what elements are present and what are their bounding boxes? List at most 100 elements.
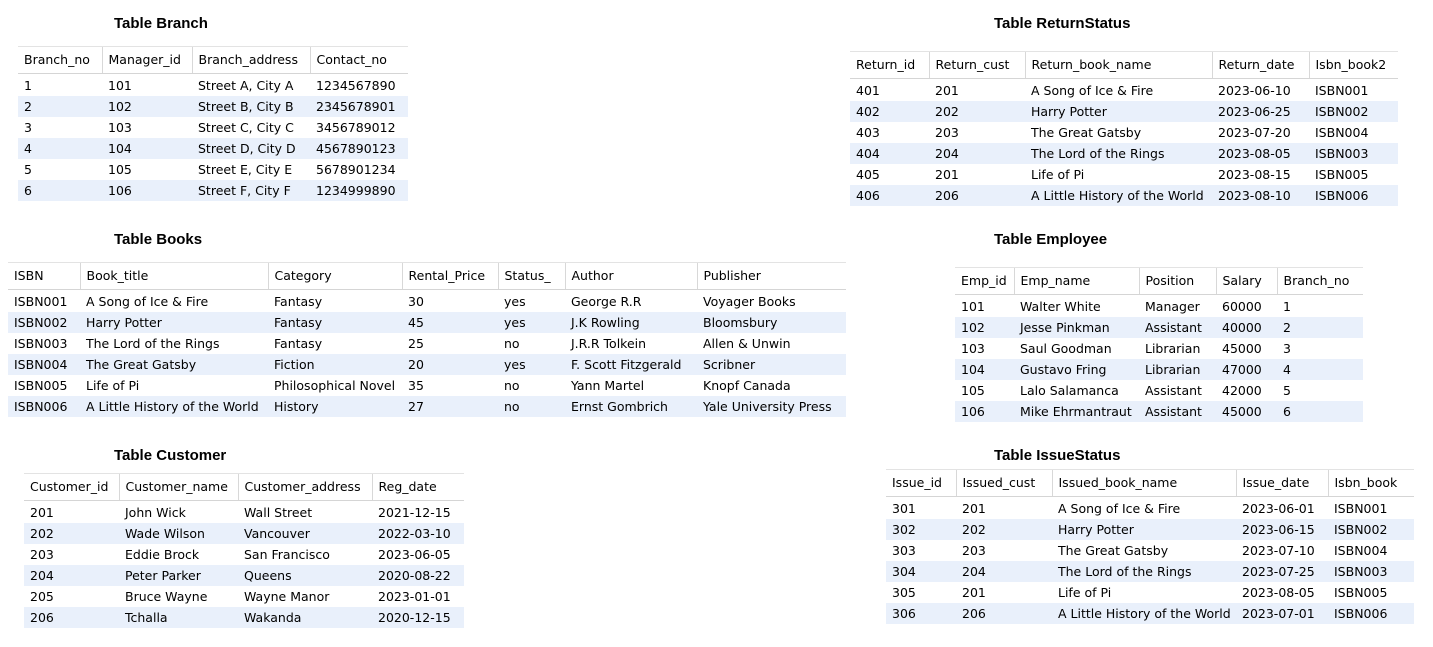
table-cell: Scribner: [697, 354, 846, 375]
table-cell: ISBN005: [8, 375, 80, 396]
table-cell: 201: [929, 78, 1025, 101]
table-cell: 45000: [1216, 338, 1277, 359]
column-header: Manager_id: [101, 46, 192, 74]
issuestatus-table: Issue_id Issued_cust Issued_book_name Issue…: [886, 469, 1414, 624]
table-cell: Life of Pi: [1025, 164, 1212, 185]
table-cell: yes: [498, 312, 565, 333]
table-cell: History: [268, 396, 402, 417]
column-header: Issued_cust: [955, 469, 1052, 497]
table-cell: John Wick: [119, 500, 238, 523]
column-header: Customer_id: [24, 473, 119, 501]
table-cell: 2020-12-15: [372, 607, 464, 628]
table-cell: 2023-06-25: [1212, 101, 1309, 122]
column-header: Issued_book_name: [1051, 469, 1236, 497]
table-row: ISBN005 Life of Pi Philosophical Novel 35 no…: [8, 375, 846, 396]
table-cell: 403: [850, 122, 929, 143]
table-cell: 103: [955, 338, 1014, 359]
column-header: Reg_date: [371, 473, 464, 501]
table-cell: Harry Potter: [80, 312, 268, 333]
column-header: Customer_address: [237, 473, 372, 501]
table-cell: 203: [929, 122, 1025, 143]
table-cell: Yann Martel: [565, 375, 697, 396]
table-cell: Vancouver: [238, 523, 372, 544]
table-row: 301 201 A Song of Ice & Fire 2023-06-01 ISBN…: [886, 496, 1414, 519]
table-cell: The Great Gatsby: [1025, 122, 1212, 143]
table-cell: 106: [102, 180, 192, 201]
table-cell: The Lord of the Rings: [1052, 561, 1236, 582]
table-cell: 201: [956, 496, 1052, 519]
table-cell: Fantasy: [268, 289, 402, 312]
table-cell: 45000: [1216, 401, 1277, 422]
table-cell: no: [498, 333, 565, 354]
table-cell: Bloomsbury: [697, 312, 846, 333]
table-cell: 402: [850, 101, 929, 122]
table-row: 104 Gustavo Fring Librarian 47000 4: [955, 359, 1363, 380]
column-header: Author: [564, 262, 697, 290]
books-table-title: Table Books: [114, 231, 203, 248]
table-row: 404 204 The Lord of the Rings 2023-08-05 ISB…: [850, 143, 1398, 164]
table-row: 304 204 The Lord of the Rings 2023-07-25 ISB…: [886, 561, 1414, 582]
table-cell: 2023-07-10: [1236, 540, 1328, 561]
column-header: Customer_name: [118, 473, 238, 501]
table-cell: 3: [18, 117, 102, 138]
table-cell: 101: [955, 294, 1014, 317]
table-cell: 103: [102, 117, 192, 138]
employee-table-title: Table Employee: [994, 231, 1108, 248]
table-cell: A Song of Ice & Fire: [80, 289, 268, 312]
table-row: 205 Bruce Wayne Wayne Manor 2023-01-01: [24, 586, 464, 607]
table-cell: 35: [402, 375, 498, 396]
table-cell: George R.R: [565, 289, 697, 312]
table-row: 402 202 Harry Potter 2023-06-25 ISBN002: [850, 101, 1398, 122]
table-cell: 204: [929, 143, 1025, 164]
table-cell: 2023-01-01: [372, 586, 464, 607]
table-cell: ISBN004: [1309, 122, 1398, 143]
table-cell: 202: [929, 101, 1025, 122]
header-row: Issue_id Issued_cust Issued_book_name Issue…: [886, 469, 1414, 497]
table-row: 1 101 Street A, City A 1234567890: [18, 73, 408, 96]
table-cell: Librarian: [1139, 338, 1216, 359]
column-header: Return_cust: [928, 51, 1025, 79]
table-cell: Mike Ehrmantraut: [1014, 401, 1139, 422]
table-cell: Queens: [238, 565, 372, 586]
table-cell: 4567890123: [310, 138, 408, 159]
column-header: Position: [1138, 267, 1216, 295]
table-cell: ISBN003: [1309, 143, 1398, 164]
table-cell: Wade Wilson: [119, 523, 238, 544]
table-cell: Street F, City F: [192, 180, 310, 201]
table-cell: 25: [402, 333, 498, 354]
table-cell: A Song of Ice & Fire: [1025, 78, 1212, 101]
table-cell: Assistant: [1139, 317, 1216, 338]
table-row: 305 201 Life of Pi 2023-08-05 ISBN005: [886, 582, 1414, 603]
table-cell: 2023-08-10: [1212, 185, 1309, 206]
table-cell: Wayne Manor: [238, 586, 372, 607]
returnstatus-table: Return_id Return_cust Return_book_name Retu…: [850, 51, 1398, 206]
table-cell: 405: [850, 164, 929, 185]
table-cell: The Lord of the Rings: [80, 333, 268, 354]
table-cell: 45: [402, 312, 498, 333]
column-header: Branch_address: [191, 46, 310, 74]
employee-table: Emp_id Emp_name Position Salary Branch_no 101…: [955, 267, 1363, 422]
table-cell: 105: [102, 159, 192, 180]
table-cell: 2020-08-22: [372, 565, 464, 586]
column-header: Branch_no: [1276, 267, 1363, 295]
column-header: Isbn_book2: [1308, 51, 1398, 79]
table-cell: ISBN002: [1309, 101, 1398, 122]
table-cell: no: [498, 396, 565, 417]
table-cell: 303: [886, 540, 956, 561]
table-cell: Philosophical Novel: [268, 375, 402, 396]
table-cell: Knopf Canada: [697, 375, 846, 396]
table-cell: 102: [955, 317, 1014, 338]
table-cell: 2023-08-05: [1212, 143, 1309, 164]
table-cell: Harry Potter: [1025, 101, 1212, 122]
table-cell: 202: [956, 519, 1052, 540]
table-cell: ISBN005: [1309, 164, 1398, 185]
table-cell: Street A, City A: [192, 73, 310, 96]
table-cell: Street E, City E: [192, 159, 310, 180]
table-cell: 2023-06-05: [372, 544, 464, 565]
table-cell: 406: [850, 185, 929, 206]
table-cell: Bruce Wayne: [119, 586, 238, 607]
table-cell: 206: [24, 607, 119, 628]
table-cell: Saul Goodman: [1014, 338, 1139, 359]
table-cell: 5: [18, 159, 102, 180]
table-cell: 2023-06-15: [1236, 519, 1328, 540]
